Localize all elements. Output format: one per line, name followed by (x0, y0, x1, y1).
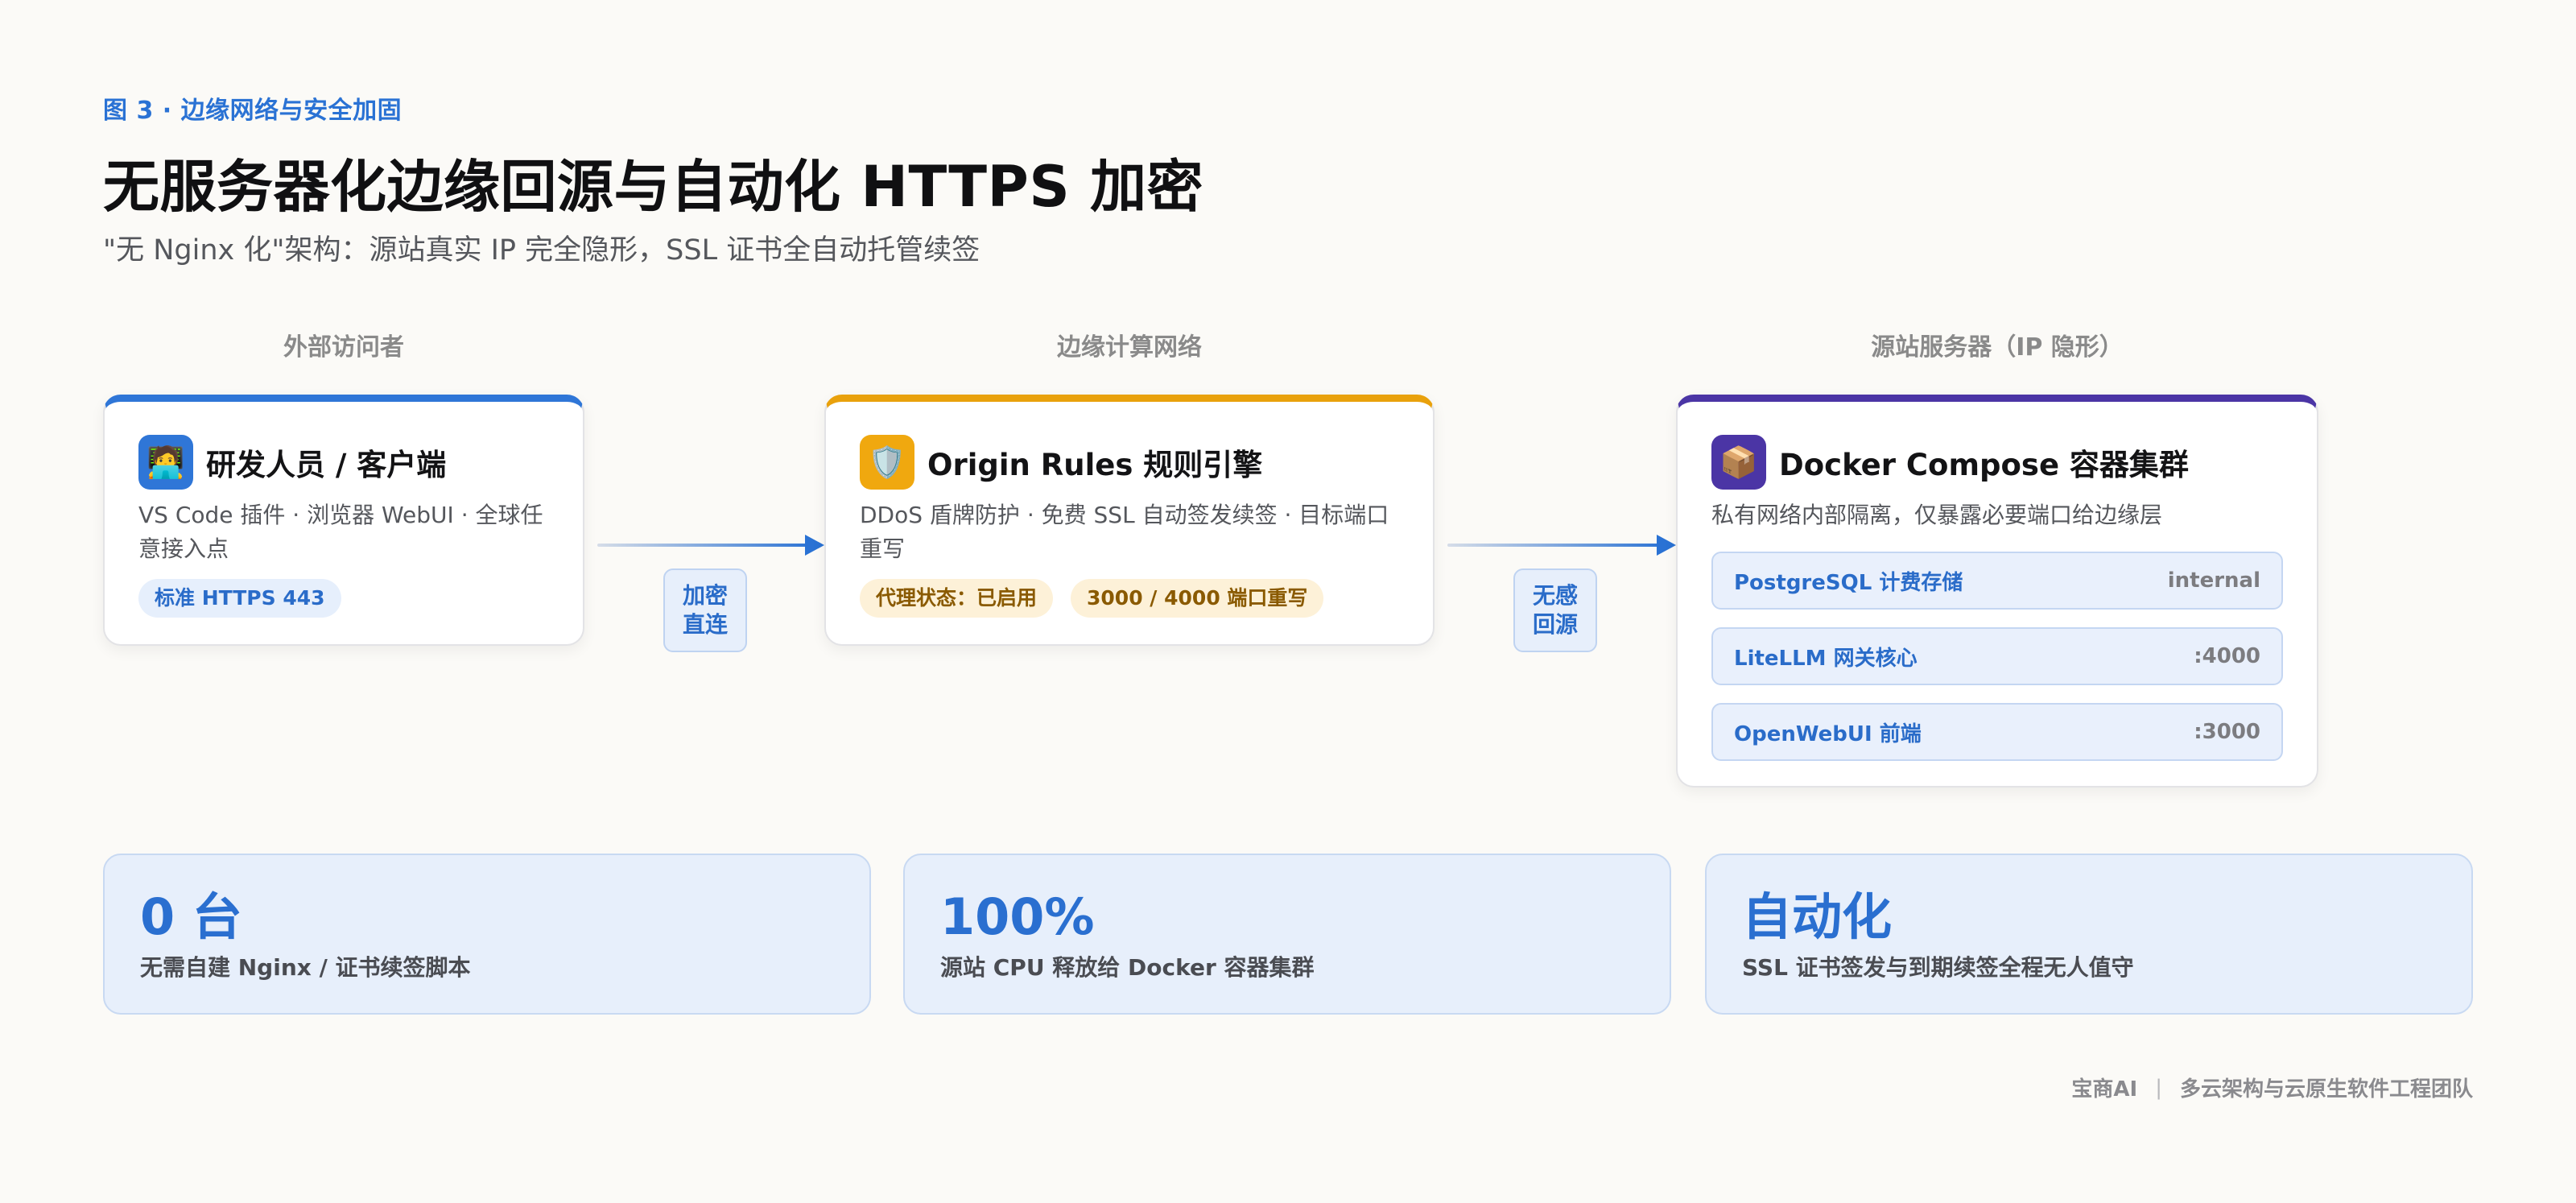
stat-card-cpu: 100% 源站 CPU 释放给 Docker 容器集群 (903, 854, 1671, 1015)
proxy-status-badge: 代理状态：已启用 (860, 579, 1054, 618)
service-name: LiteLLM 网关核心 (1734, 646, 1918, 671)
footer: 宝商AI | 多云架构与云原生软件工程团队 (2071, 1073, 2473, 1102)
stat-label: 源站 CPU 释放给 Docker 容器集群 (940, 954, 1315, 981)
client-card-description: VS Code 插件 · 浏览器 WebUI · 全球任意接入点 (138, 502, 543, 562)
edge-card-header: 🛡️ Origin Rules 规则引擎 (860, 434, 1399, 490)
service-port: :4000 (2194, 644, 2260, 668)
arrow-right-icon (1657, 535, 1676, 556)
connector-line-1 (597, 544, 815, 547)
service-row-litellm: LiteLLM 网关核心 :4000 (1711, 627, 2283, 685)
origin-card-title: Docker Compose 容器集群 (1779, 448, 2189, 482)
footer-separator: | (2155, 1075, 2162, 1100)
page-subtitle: "无 Nginx 化"架构：源站真实 IP 完全隐形，SSL 证书全自动托管续签 (103, 234, 980, 267)
connector-line-2 (1447, 544, 1666, 547)
arrow-right-icon (805, 535, 824, 556)
origin-card: 📦 Docker Compose 容器集群 私有网络内部隔离，仅暴露必要端口给边… (1676, 395, 2318, 788)
shield-icon: 🛡️ (860, 435, 914, 490)
technologist-icon: 🧑‍💻 (138, 435, 193, 490)
stat-value: 自动化 (1742, 887, 1893, 946)
stat-value: 0 台 (140, 887, 242, 946)
connector-label-text-2: 无感回源 (1532, 582, 1578, 638)
edge-card-title: Origin Rules 规则引擎 (927, 448, 1263, 482)
port-rewrite-badge: 3000 / 4000 端口重写 (1071, 579, 1324, 618)
stat-label: SSL 证书签发与到期续签全程无人值守 (1742, 954, 2134, 981)
footer-brand: 宝商AI (2071, 1077, 2138, 1102)
page-title: 无服务器化边缘回源与自动化 HTTPS 加密 (103, 154, 1204, 220)
stat-card-nginx: 0 台 无需自建 Nginx / 证书续签脚本 (103, 854, 871, 1015)
connector-label-transparent: 无感回源 (1513, 568, 1597, 652)
footer-team: 多云架构与云原生软件工程团队 (2179, 1077, 2473, 1102)
column-label-edge: 边缘计算网络 (1057, 333, 1202, 362)
edge-card-description: DDoS 盾牌防护 · 免费 SSL 自动签发续签 · 目标端口重写 (860, 502, 1389, 562)
package-icon: 📦 (1711, 435, 1766, 490)
connector-label-text-1: 加密直连 (682, 582, 728, 638)
column-label-visitors: 外部访问者 (283, 333, 404, 362)
origin-card-description: 私有网络内部隔离，仅暴露必要端口给边缘层 (1711, 502, 2163, 528)
service-name: PostgreSQL 计费存储 (1734, 570, 1963, 595)
https-port-badge: 标准 HTTPS 443 (138, 579, 341, 618)
stat-label: 无需自建 Nginx / 证书续签脚本 (140, 954, 471, 981)
service-port: internal (2167, 568, 2260, 593)
stat-card-automation: 自动化 SSL 证书签发与到期续签全程无人值守 (1705, 854, 2473, 1015)
client-card: 🧑‍💻 研发人员 / 客户端 VS Code 插件 · 浏览器 WebUI · … (103, 395, 584, 646)
stat-value: 100% (940, 887, 1095, 946)
origin-card-header: 📦 Docker Compose 容器集群 (1711, 434, 2283, 490)
edge-card: 🛡️ Origin Rules 规则引擎 DDoS 盾牌防护 · 免费 SSL … (824, 395, 1435, 646)
service-port: :3000 (2194, 720, 2260, 744)
service-row-openwebui: OpenWebUI 前端 :3000 (1711, 703, 2283, 761)
figure-kicker: 图 3 · 边缘网络与安全加固 (103, 97, 402, 125)
client-card-title: 研发人员 / 客户端 (206, 448, 447, 482)
service-list: PostgreSQL 计费存储 internal LiteLLM 网关核心 :4… (1711, 552, 2283, 761)
client-card-header: 🧑‍💻 研发人员 / 客户端 (138, 434, 549, 490)
column-label-origin: 源站服务器（IP 隐形） (1871, 333, 2124, 362)
service-name: OpenWebUI 前端 (1734, 721, 1922, 746)
service-row-postgresql: PostgreSQL 计费存储 internal (1711, 552, 2283, 610)
connector-label-encrypted: 加密直连 (663, 568, 747, 652)
